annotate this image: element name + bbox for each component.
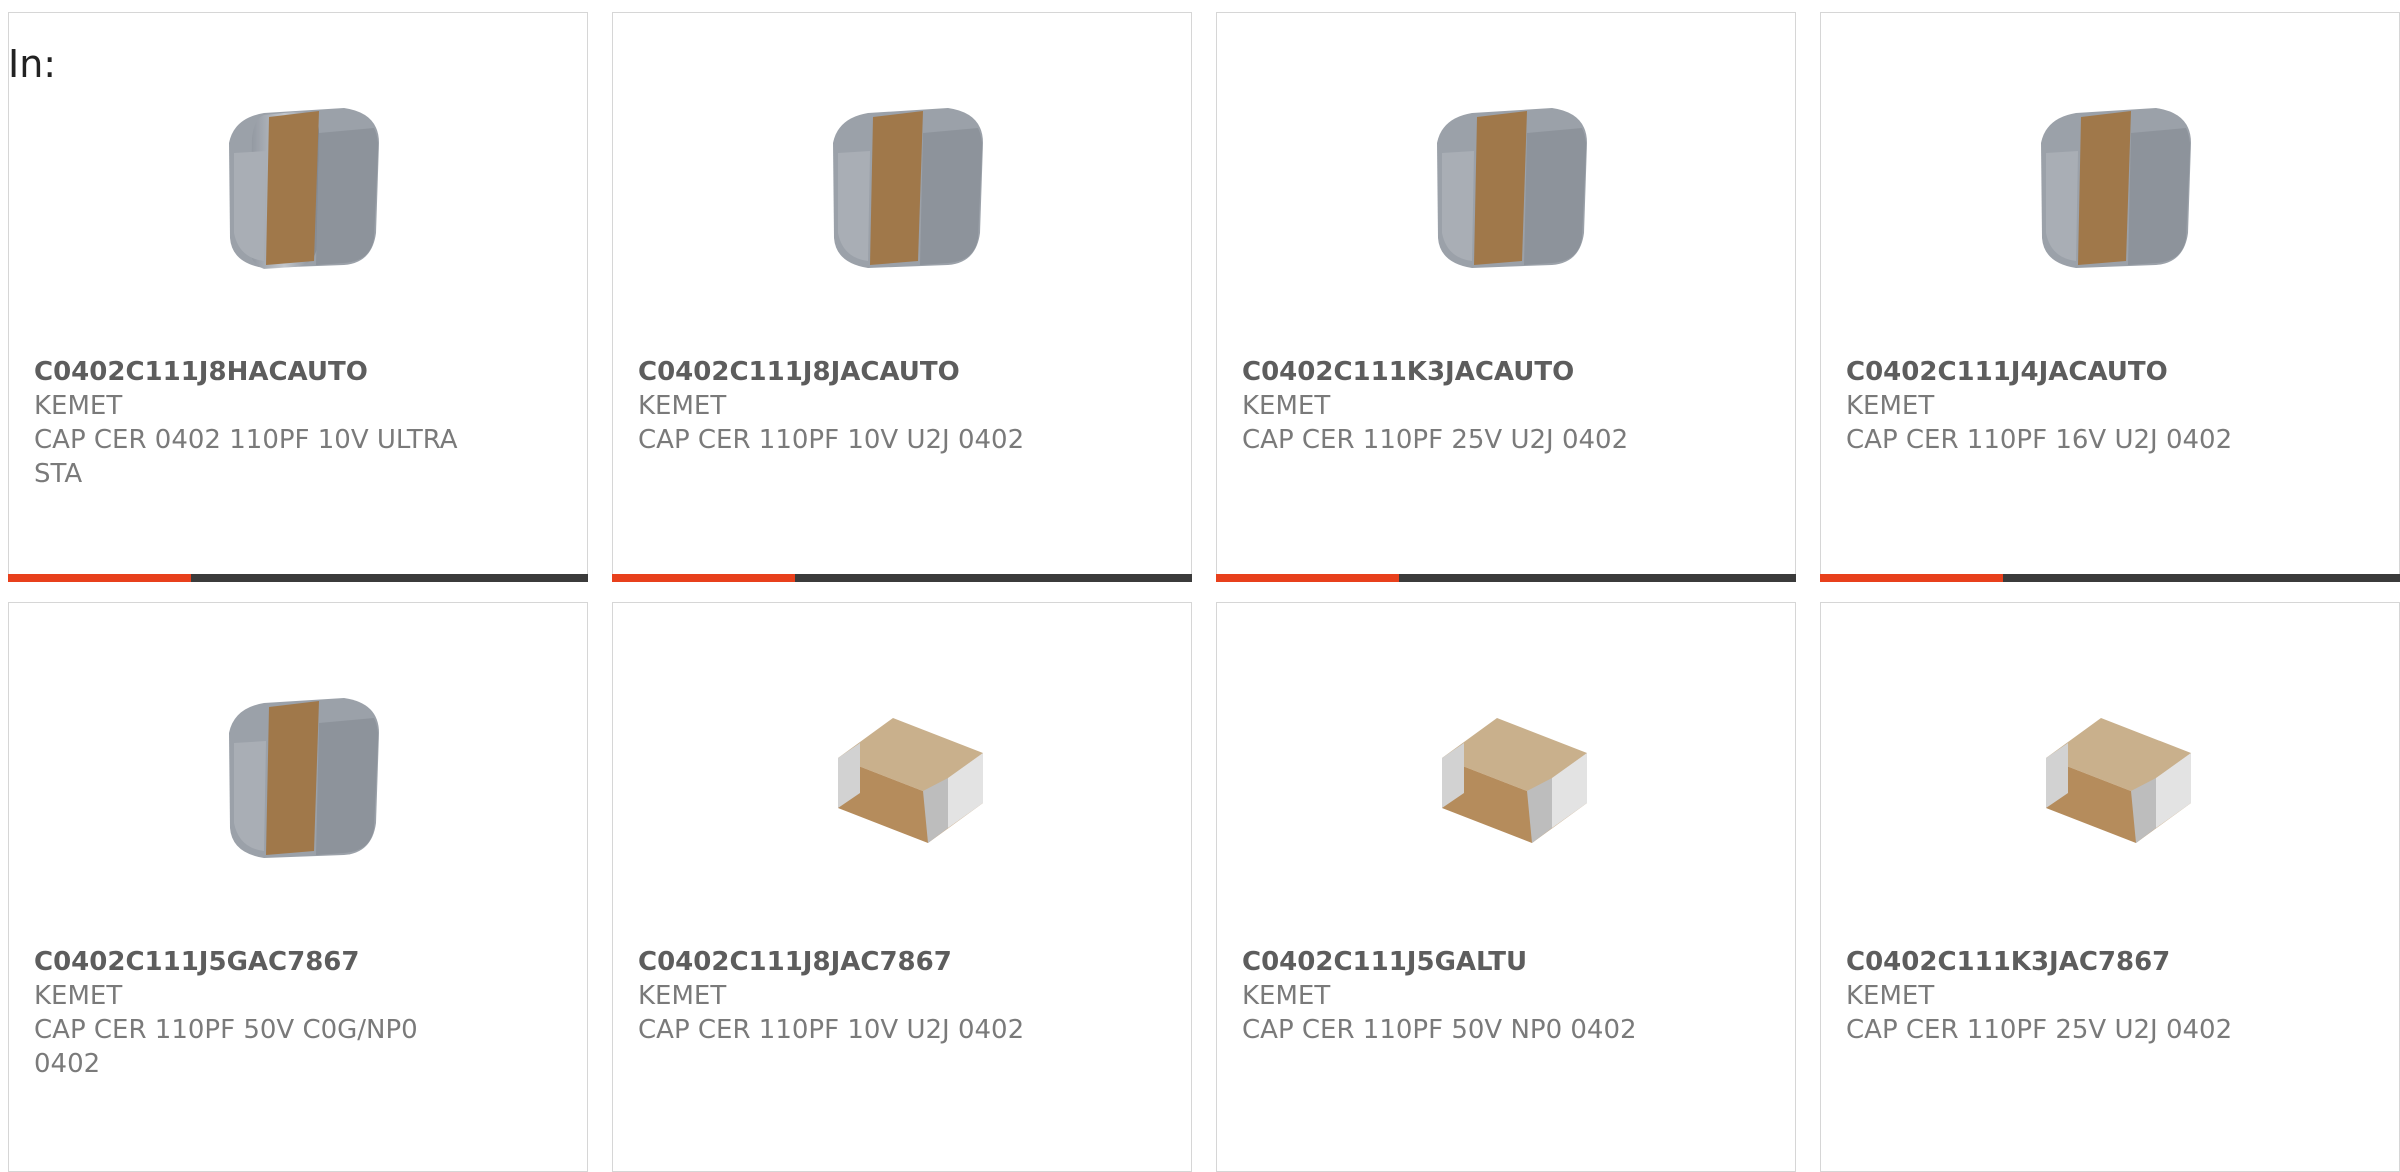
description: CAP CER 110PF 10V U2J 0402 [638,425,1025,455]
product-card[interactable]: C0402C111J5GALTU KEMET CAP CER 110PF 50V… [1216,602,1796,1172]
capacitor-automotive-icon [798,83,1008,293]
card-accent-bar [8,574,588,582]
card-accent-bar [1820,574,2400,582]
manufacturer: KEMET [638,981,727,1011]
part-number-link[interactable]: C0402C111K3JACAUTO [1242,355,1672,389]
manufacturer: KEMET [1242,391,1331,421]
card-accent-bar [612,574,1192,582]
manufacturer: KEMET [1242,981,1331,1011]
product-grid: C0402C111J8HACAUTO KEMET CAP CER 0402 11… [8,12,2400,1172]
part-number-link[interactable]: C0402C111J8HACAUTO [34,355,464,389]
capacitor-standard-icon [1402,673,1612,883]
part-number-link[interactable]: C0402C111J5GAC7867 [34,945,464,979]
capacitor-automotive-icon [194,673,404,883]
manufacturer: KEMET [1846,981,1935,1011]
manufacturer: KEMET [1846,391,1935,421]
description: CAP CER 110PF 10V U2J 0402 [638,1015,1025,1045]
product-card[interactable]: C0402C111J4JACAUTO KEMET CAP CER 110PF 1… [1820,12,2400,582]
card-accent-bar [1216,574,1796,582]
filter-label: In: [8,42,57,86]
part-number-link[interactable]: C0402C111K3JAC7867 [1846,945,2276,979]
capacitor-automotive-icon [1402,83,1612,293]
manufacturer: KEMET [638,391,727,421]
description: CAP CER 110PF 25V U2J 0402 [1242,425,1629,455]
capacitor-automotive-icon [2006,83,2216,293]
description: CAP CER 0402 110PF 10V ULTRA STA [34,425,458,489]
part-number-link[interactable]: C0402C111J5GALTU [1242,945,1672,979]
description: CAP CER 110PF 50V NP0 0402 [1242,1015,1637,1045]
capacitor-automotive-icon [194,83,404,293]
description: CAP CER 110PF 16V U2J 0402 [1846,425,2233,455]
description: CAP CER 110PF 50V C0G/NP0 0402 [34,1015,418,1079]
manufacturer: KEMET [34,981,123,1011]
part-number-link[interactable]: C0402C111J8JACAUTO [638,355,1068,389]
manufacturer: KEMET [34,391,123,421]
capacitor-standard-icon [798,673,1008,883]
part-number-link[interactable]: C0402C111J4JACAUTO [1846,355,2276,389]
product-card[interactable]: C0402C111K3JACAUTO KEMET CAP CER 110PF 2… [1216,12,1796,582]
description: CAP CER 110PF 25V U2J 0402 [1846,1015,2233,1045]
part-number-link[interactable]: C0402C111J8JAC7867 [638,945,1068,979]
product-card[interactable]: C0402C111J8JACAUTO KEMET CAP CER 110PF 1… [612,12,1192,582]
product-card[interactable]: C0402C111J5GAC7867 KEMET CAP CER 110PF 5… [8,602,588,1172]
product-card[interactable]: C0402C111J8JAC7867 KEMET CAP CER 110PF 1… [612,602,1192,1172]
capacitor-standard-icon [2006,673,2216,883]
product-card[interactable]: C0402C111K3JAC7867 KEMET CAP CER 110PF 2… [1820,602,2400,1172]
product-card[interactable]: C0402C111J8HACAUTO KEMET CAP CER 0402 11… [8,12,588,582]
